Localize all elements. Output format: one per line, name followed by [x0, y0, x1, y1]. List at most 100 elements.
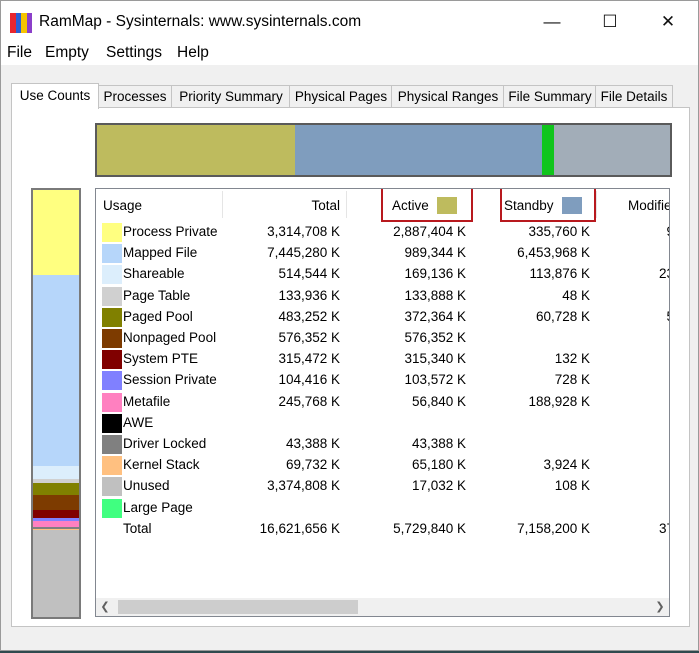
menu-empty[interactable]: Empty	[45, 44, 89, 62]
overview-segment-standby	[294, 125, 542, 175]
standby-value: 6,453,968 K	[517, 245, 590, 261]
use-counts-panel: Usage Total Active Standby Modifie Proce…	[11, 107, 690, 627]
total-value: 514,544 K	[278, 266, 340, 282]
usage-color-swatch	[102, 329, 122, 348]
total-value: 483,252 K	[278, 308, 340, 324]
table-row[interactable]: Kernel Stack 69,732 K 65,180 K 3,924 K	[96, 455, 669, 476]
total-value: 576,352 K	[278, 330, 340, 345]
total-value: 315,472 K	[278, 351, 340, 367]
tab-physical-ranges[interactable]: Physical Ranges	[391, 85, 505, 108]
menu-settings[interactable]: Settings	[106, 44, 162, 62]
tab-physical-pages[interactable]: Physical Pages	[289, 85, 393, 108]
usage-color-swatch	[102, 413, 122, 433]
table-row[interactable]: Driver Locked 43,388 K 43,388 K	[96, 434, 669, 455]
table-row[interactable]: Nonpaged Pool 576,352 K 576,352 K	[96, 328, 669, 349]
tab-priority-summary[interactable]: Priority Summary	[171, 85, 291, 108]
table-row[interactable]: Process Private 3,314,708 K 2,887,404 K 335…	[96, 222, 669, 243]
column-divider[interactable]	[346, 191, 347, 218]
vbar-segment-unused	[33, 530, 79, 617]
vbar-segment-process-private	[33, 190, 79, 275]
usage-label: Total	[123, 520, 152, 536]
tab-file-summary[interactable]: File Summary	[503, 85, 597, 108]
active-value: 103,572 K	[404, 372, 466, 388]
scroll-left-arrow-icon[interactable]: ❮	[96, 598, 114, 616]
scroll-right-arrow-icon[interactable]: ❯	[651, 598, 669, 616]
usage-label: Mapped File	[123, 245, 198, 261]
usage-color-swatch	[102, 392, 122, 412]
menu-file[interactable]: File	[7, 44, 32, 62]
usage-label: Driver Locked	[123, 436, 207, 451]
table-row[interactable]: AWE	[96, 413, 669, 434]
active-value: 5,729,840 K	[393, 520, 466, 536]
usage-color-swatch	[102, 371, 122, 391]
horizontal-scrollbar[interactable]: ❮ ❯	[96, 598, 669, 616]
standby-value: 335,760 K	[528, 224, 590, 239]
tab-use-counts[interactable]: Use Counts	[11, 83, 99, 109]
usage-label: Metafile	[123, 393, 171, 409]
memory-overview-bar	[95, 123, 672, 177]
usage-label: Large Page	[123, 499, 193, 515]
table-row[interactable]: Session Private 104,416 K 103,572 K 728 K	[96, 370, 669, 391]
modified-value: 5	[596, 309, 669, 324]
window-title: RamMap - Sysinternals: www.sysinternals.…	[39, 13, 362, 30]
standby-value: 7,158,200 K	[517, 520, 590, 536]
vbar-segment-system-pte	[33, 510, 79, 519]
vbar-segment-mapped-file	[33, 274, 79, 467]
usage-color-swatch	[102, 435, 122, 454]
usage-label: Paged Pool	[123, 308, 193, 324]
usage-label: Page Table	[123, 287, 191, 303]
tab-strip: Use Counts Processes Priority Summary Ph…	[11, 83, 689, 109]
table-row[interactable]: Unused 3,374,808 K 17,032 K 108 K	[96, 476, 669, 497]
table-row[interactable]: Shareable 514,544 K 169,136 K 113,876 K 23	[96, 264, 669, 285]
usage-label: Kernel Stack	[123, 457, 200, 473]
table-row[interactable]: Page Table 133,936 K 133,888 K 48 K	[96, 286, 669, 307]
title-bar[interactable]: RamMap - Sysinternals: www.sysinternals.…	[1, 1, 698, 43]
usage-color-swatch	[102, 350, 122, 370]
column-total[interactable]: Total	[226, 189, 340, 222]
table-row[interactable]: Total 16,621,656 K 5,729,840 K 7,158,200 K 3…	[96, 519, 669, 540]
column-divider[interactable]	[222, 191, 223, 218]
usage-color-swatch	[102, 498, 122, 518]
maximize-button[interactable]: ☐	[581, 1, 639, 43]
total-value: 16,621,656 K	[259, 520, 340, 536]
total-value: 3,314,708 K	[267, 224, 340, 239]
active-value: 65,180 K	[411, 457, 466, 473]
tab-file-details[interactable]: File Details	[595, 85, 673, 108]
table-row[interactable]: Mapped File 7,445,280 K 989,344 K 6,453,968…	[96, 243, 669, 264]
standby-value: 113,876 K	[529, 266, 590, 282]
table-row[interactable]: Paged Pool 483,252 K 372,364 K 60,728 K 5	[96, 307, 669, 328]
column-modified[interactable]: Modifie	[628, 189, 669, 222]
use-counts-list[interactable]: Usage Total Active Standby Modifie Proce…	[95, 188, 670, 617]
usage-label: System PTE	[123, 351, 199, 367]
usage-label: Shareable	[123, 266, 185, 282]
menu-help[interactable]: Help	[177, 44, 209, 62]
column-usage[interactable]: Usage	[103, 189, 142, 222]
standby-value: 132 K	[554, 351, 590, 367]
usage-label: AWE	[123, 414, 154, 430]
scrollbar-thumb[interactable]	[118, 600, 358, 614]
total-value: 7,445,280 K	[267, 245, 340, 261]
active-value: 372,364 K	[404, 308, 466, 324]
table-row[interactable]: Metafile 245,768 K 56,840 K 188,928 K	[96, 392, 669, 413]
modified-value: 9	[596, 224, 669, 239]
column-divider[interactable]	[596, 191, 597, 218]
active-highlight-box	[381, 189, 473, 222]
standby-value: 60,728 K	[535, 308, 590, 324]
menu-bar: File Empty Settings Help	[1, 43, 698, 65]
table-row[interactable]: System PTE 315,472 K 315,340 K 132 K	[96, 349, 669, 370]
rammap-window: RamMap - Sysinternals: www.sysinternals.…	[0, 0, 699, 651]
usage-label: Unused	[123, 478, 170, 494]
total-value: 245,768 K	[278, 393, 340, 409]
usage-color-swatch	[102, 286, 122, 306]
usage-label: Nonpaged Pool	[123, 330, 217, 345]
standby-value: 3,924 K	[543, 457, 590, 473]
standby-highlight-box	[500, 189, 596, 222]
minimize-button[interactable]: —	[523, 1, 581, 43]
table-row[interactable]: Large Page	[96, 498, 669, 519]
tab-processes[interactable]: Processes	[97, 85, 173, 108]
active-value: 43,388 K	[411, 436, 466, 451]
modified-value: 23	[658, 266, 669, 282]
close-button[interactable]: ✕	[639, 1, 697, 43]
vbar-segment-shareable	[33, 466, 79, 480]
standby-value: 108 K	[554, 478, 590, 494]
